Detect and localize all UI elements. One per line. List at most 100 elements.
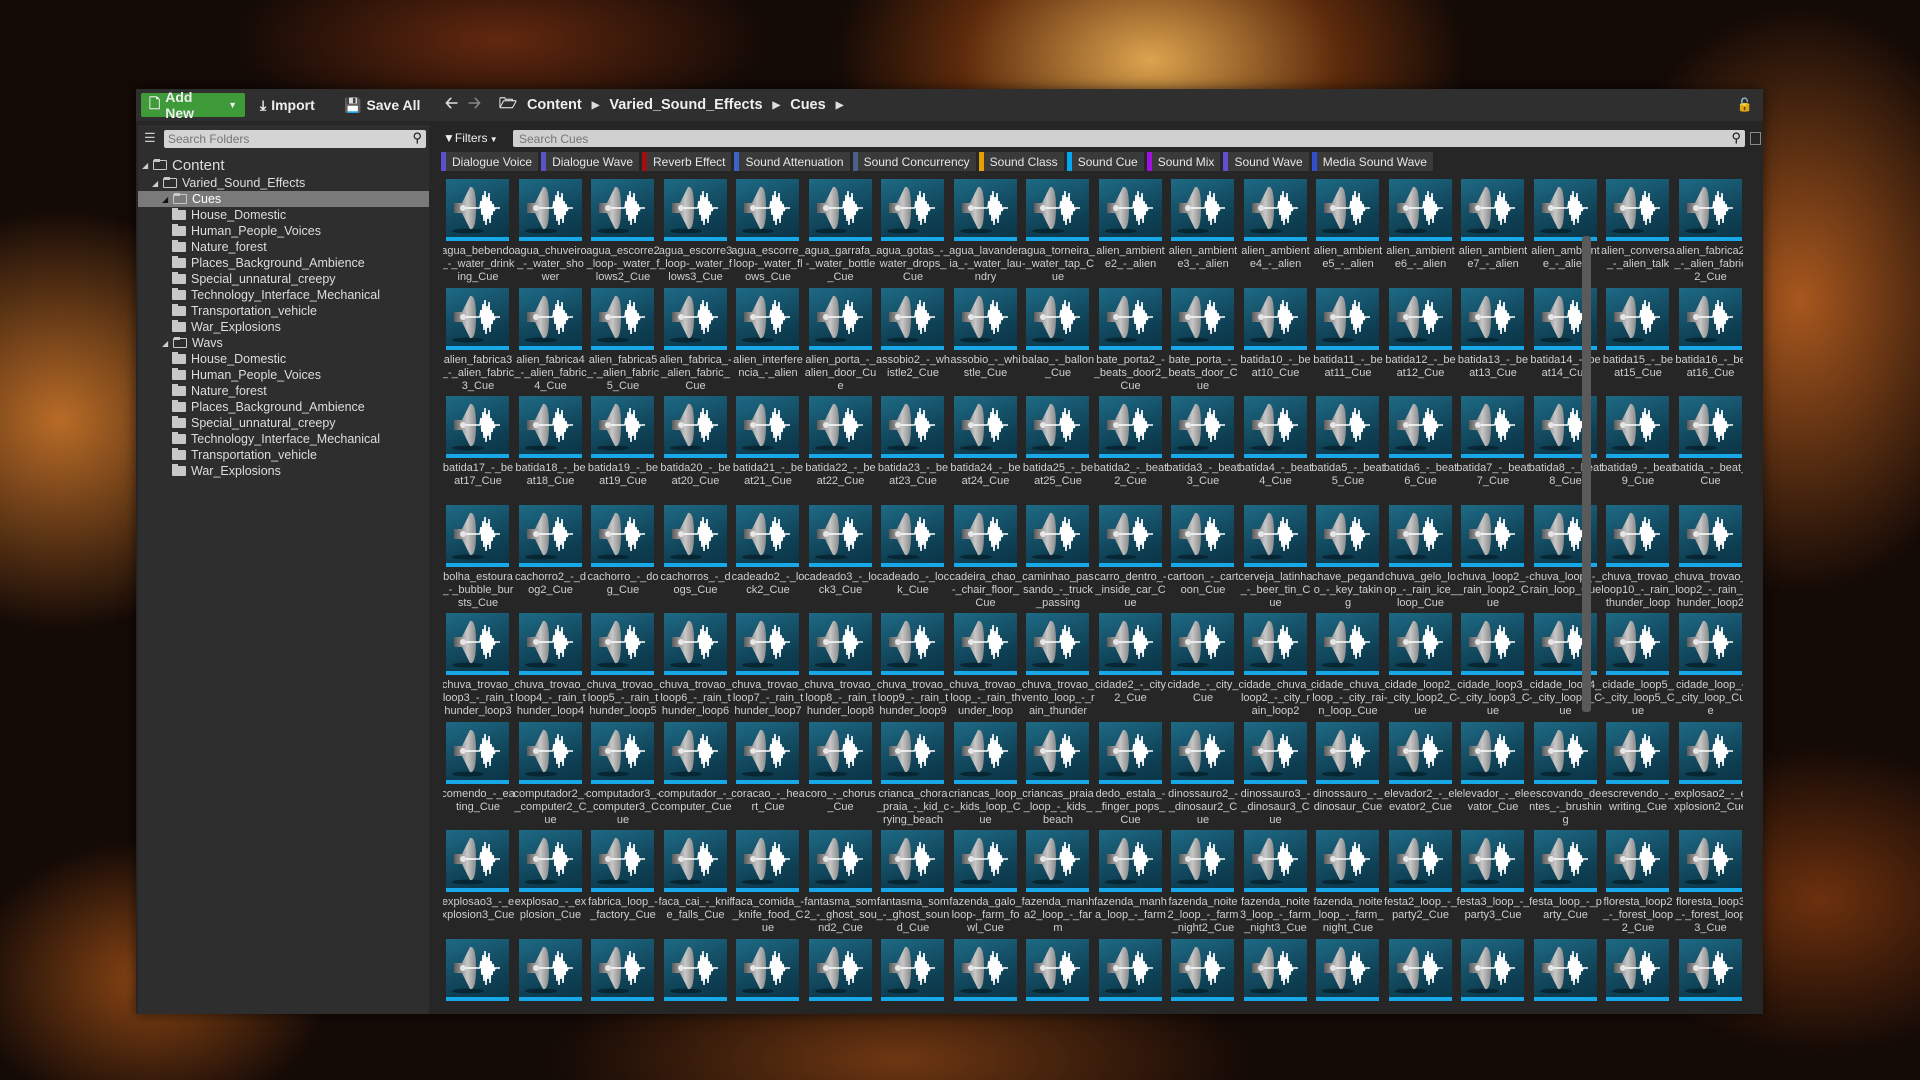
asset-name: alien_fabrica5_-_alien_fabric5_Cue <box>586 353 660 392</box>
tree-label: War_Explosions <box>191 464 281 478</box>
tree-item-folder[interactable]: Places_Background_Ambience <box>138 255 429 271</box>
tree-item-folder[interactable]: Places_Background_Ambience <box>138 399 429 415</box>
asset-grid-scrollbar[interactable] <box>1582 236 1591 712</box>
breadcrumb-cues[interactable]: Cues <box>790 97 825 113</box>
chip-color-bar <box>441 152 446 171</box>
tree-item-folder[interactable]: Special_unnatural_creepy <box>138 271 429 287</box>
folder-icon[interactable]: 🗁 <box>499 93 517 118</box>
asset-type-color-band <box>1171 345 1234 350</box>
chip-color-bar <box>852 152 858 171</box>
filter-chip[interactable]: Sound Attenuation <box>734 152 850 171</box>
lock-icon[interactable]: 🔓 <box>1737 97 1753 113</box>
add-new-button[interactable]: 🗋 Add New ▼ <box>141 89 245 121</box>
breadcrumb-separator-icon[interactable]: ▶ <box>773 100 781 111</box>
filter-chip[interactable]: Dialogue Voice <box>441 152 539 171</box>
sound-cue-icon <box>452 512 500 559</box>
asset-name: batida22_-_beat22_Cue <box>805 462 876 487</box>
tree-item-content[interactable]: ◢ Content <box>138 155 429 175</box>
search-icon[interactable]: ⚲ <box>1731 130 1741 146</box>
tree-item-folder[interactable]: House_Domestic <box>138 351 429 367</box>
sound-cue-icon <box>887 620 935 668</box>
asset-thumbnail <box>1461 504 1524 567</box>
asset-thumbnail <box>736 721 799 784</box>
sound-cue-icon <box>1032 837 1080 885</box>
asset-type-color-band <box>736 237 799 241</box>
save-search-icon[interactable] <box>1750 132 1761 145</box>
filter-chip[interactable]: Sound Class <box>978 152 1064 171</box>
breadcrumb-separator-icon[interactable]: ▶ <box>836 100 844 111</box>
asset-name: alien_fabrica3_-_alien_fabric3_Cue <box>443 353 515 392</box>
expanded-arrow-icon[interactable]: ◢ <box>162 339 170 348</box>
asset-type-color-band <box>446 888 509 892</box>
filter-chip[interactable]: Dialogue Wave <box>541 152 639 171</box>
asset-thumbnail <box>1533 830 1597 892</box>
expanded-arrow-icon[interactable]: ◢ <box>152 179 160 188</box>
tree-item-folder[interactable]: House_Domestic <box>138 207 429 223</box>
asset-name: escovando_dentes_-_brushing <box>1529 787 1602 826</box>
sound-cue-icon <box>1322 837 1370 885</box>
tree-item-varied-sound-effects[interactable]: ◢ Varied_Sound_Effects <box>138 175 429 191</box>
chip-label: Dialogue Voice <box>452 154 533 169</box>
asset-thumbnail <box>736 287 799 350</box>
tree-item-folder[interactable]: Human_People_Voices <box>138 223 429 239</box>
tree-item-folder[interactable]: War_Explosions <box>138 463 429 479</box>
folder-search[interactable]: ⚲ <box>164 130 426 148</box>
folder-icon <box>172 368 186 380</box>
asset-name: assobio2_-_whistle2_Cue <box>876 353 950 379</box>
asset-thumbnail <box>663 179 727 241</box>
tree-item-wavs[interactable]: ◢ Wavs <box>138 335 429 351</box>
filter-chip[interactable]: Sound Mix <box>1146 152 1221 171</box>
collapse-panel-icon[interactable]: ☰ <box>144 130 156 146</box>
asset-search[interactable]: ⚲ <box>513 130 1745 148</box>
import-button[interactable]: ⤓ Import <box>252 93 323 117</box>
asset-type-color-band <box>446 996 509 1001</box>
tree-item-folder[interactable]: Technology_Interface_Mechanical <box>138 287 429 303</box>
tree-item-folder[interactable]: Technology_Interface_Mechanical <box>138 431 429 447</box>
breadcrumb-content[interactable]: Content <box>527 97 582 113</box>
asset-thumbnail <box>881 721 944 784</box>
asset-search-input[interactable] <box>513 130 1715 148</box>
sound-cue-icon <box>887 403 935 451</box>
filters-dropdown[interactable]: ▼Filters ▼ <box>443 131 498 145</box>
asset-name: fantasma_som_-_ghost_sound_Cue <box>876 896 950 934</box>
search-icon[interactable]: ⚲ <box>412 130 422 146</box>
asset-type-color-band <box>1678 779 1742 784</box>
asset-type-color-band <box>518 345 582 350</box>
tree-item-folder[interactable]: Transportation_vehicle <box>138 447 429 463</box>
filter-chip[interactable]: Sound Cue <box>1066 152 1144 171</box>
tree-item-folder[interactable]: War_Explosions <box>138 319 429 335</box>
tree-item-folder[interactable]: Nature_forest <box>138 383 429 399</box>
filter-chip[interactable]: Sound Wave <box>1223 152 1309 171</box>
save-all-button[interactable]: 💾 Save All <box>336 93 428 117</box>
breadcrumb-varied-sound-effects[interactable]: Varied_Sound_Effects <box>609 97 762 113</box>
asset-type-color-band <box>1243 345 1307 350</box>
tree-item-folder[interactable]: Special_unnatural_creepy <box>138 415 429 431</box>
expanded-arrow-icon[interactable]: ◢ <box>142 161 150 170</box>
tree-item-folder[interactable]: Transportation_vehicle <box>138 303 429 319</box>
folder-search-input[interactable] <box>164 130 402 148</box>
asset-type-color-band <box>953 779 1017 784</box>
tree-item-folder[interactable]: Human_People_Voices <box>138 367 429 383</box>
asset-type-color-band <box>446 562 509 567</box>
sound-cue-icon <box>887 295 935 342</box>
breadcrumb-separator-icon[interactable]: ▶ <box>592 100 600 111</box>
filter-chip[interactable]: Media Sound Wave <box>1311 152 1433 171</box>
folder-icon <box>172 432 186 444</box>
expanded-arrow-icon[interactable]: ◢ <box>162 195 170 204</box>
tree-item-folder[interactable]: Nature_forest <box>138 239 429 255</box>
asset-thumbnail <box>1171 504 1234 567</box>
asset-type-color-band <box>1461 996 1524 1001</box>
back-arrow-icon[interactable]: 🡠 <box>445 92 458 119</box>
folder-icon <box>172 256 186 268</box>
asset-type-color-band <box>518 779 582 784</box>
filter-chip[interactable]: Reverb Effect <box>642 152 732 171</box>
filter-chip[interactable]: Sound Concurrency <box>852 152 976 171</box>
asset-grid: agua_bebendo_-_water_drinking_Cue agua_ch… <box>443 179 1743 1014</box>
asset-name: agua_lavanderia_-_water_laundry <box>949 245 1022 283</box>
forward-arrow-icon[interactable]: 🡢 <box>468 92 481 119</box>
sound-cue-icon <box>669 295 718 342</box>
sound-cue-icon <box>669 620 718 668</box>
tree-item-cues[interactable]: ◢ Cues <box>138 191 429 207</box>
asset-type-color-band <box>663 779 727 784</box>
asset-name: computador_-_computer_Cue <box>658 787 733 813</box>
